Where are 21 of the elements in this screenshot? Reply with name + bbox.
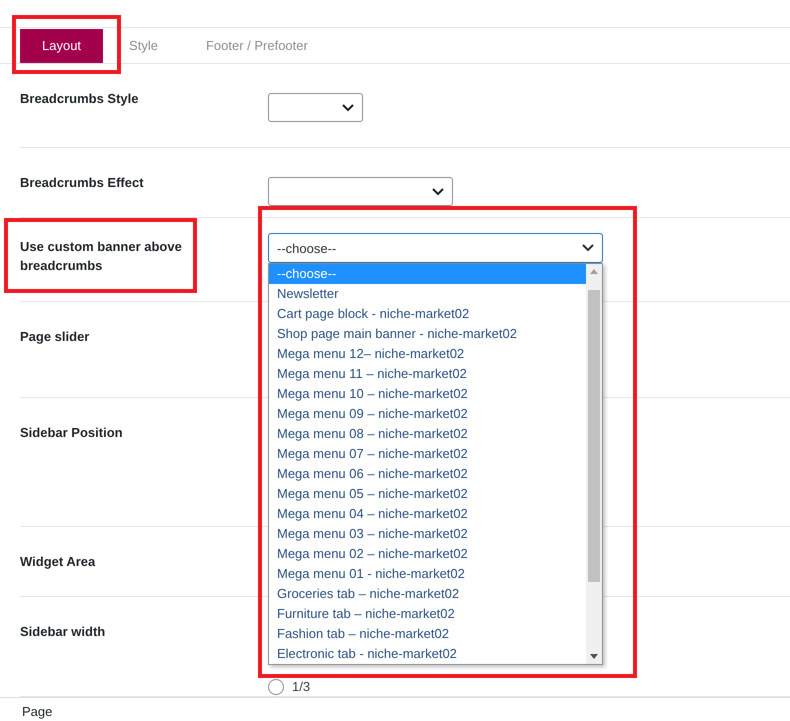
field-label: Sidebar width <box>20 623 106 641</box>
field-label: Breadcrumbs Style <box>20 90 140 108</box>
select-field[interactable] <box>268 93 363 122</box>
field-label: Widget Area <box>20 553 96 571</box>
scrollbar[interactable] <box>586 264 602 664</box>
chevron-down-icon <box>432 188 444 196</box>
field-label: Sidebar Position <box>20 424 124 442</box>
select-field[interactable]: --choose-- <box>268 233 603 263</box>
footer-label: Page <box>22 704 52 719</box>
radio-option[interactable]: 1/3 <box>268 677 790 696</box>
radio-button[interactable] <box>268 678 284 694</box>
field-label: Use custom banner above breadcrumbs <box>20 238 183 275</box>
chevron-down-icon <box>582 244 594 252</box>
scroll-down-icon[interactable] <box>590 654 598 659</box>
chevron-down-icon <box>342 104 354 112</box>
scroll-up-icon[interactable] <box>590 269 598 274</box>
field-label: Breadcrumbs Effect <box>20 174 145 192</box>
dropdown-option[interactable]: Electronic tab - niche-market02 <box>269 644 586 664</box>
field-label: Page slider <box>20 328 90 346</box>
select-field[interactable] <box>268 177 453 206</box>
tab[interactable]: Layout <box>20 28 104 62</box>
